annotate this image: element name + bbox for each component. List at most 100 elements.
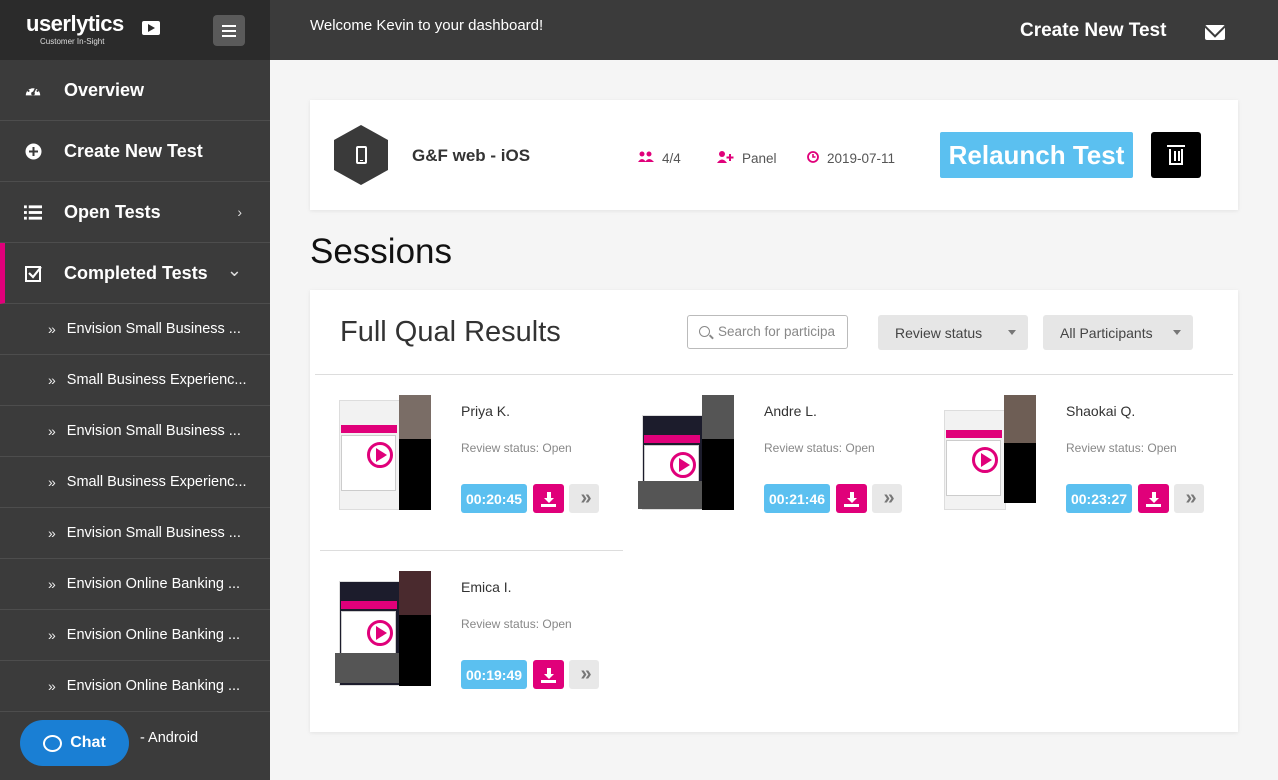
session-thumbnail[interactable] [335, 571, 431, 686]
download-button[interactable] [1138, 484, 1169, 513]
mail-icon[interactable] [1205, 25, 1225, 40]
play-icon[interactable] [670, 452, 696, 478]
sidebar-subitem-label: Envision Small Business ... [66, 321, 241, 337]
participant-name: Emica I. [461, 579, 512, 595]
test-summary-card: G&F web - iOS 4/4 Panel 2019-07-11 Relau… [310, 100, 1238, 210]
double-chevron-right-icon: » [48, 321, 56, 337]
session-duration-button[interactable]: 00:21:46 [764, 484, 830, 513]
search-icon [699, 326, 710, 337]
session-card: Priya K. Review status: Open 00:20:45 » [335, 395, 625, 515]
sidebar-item-label: Completed Tests [64, 262, 208, 283]
divider [315, 374, 1233, 375]
participant-source: Panel [717, 151, 777, 166]
trash-icon [1167, 145, 1185, 165]
session-thumbnail[interactable] [638, 395, 734, 510]
results-card: Full Qual Results Review status All Part… [310, 290, 1238, 732]
review-status: Review status: Open [461, 617, 572, 631]
participant-name: Shaokai Q. [1066, 403, 1136, 419]
relaunch-test-button[interactable]: Relaunch Test [940, 132, 1133, 178]
session-thumbnail[interactable] [335, 395, 431, 510]
caret-down-icon [1173, 330, 1181, 335]
session-duration-button[interactable]: 00:19:49 [461, 660, 527, 689]
sidebar-subitem-label: Envision Small Business ... [66, 525, 241, 541]
session-card: Andre L. Review status: Open 00:21:46 » [638, 395, 928, 515]
sidebar-subitem-label: - Android [140, 729, 199, 746]
double-chevron-right-icon: » [48, 576, 56, 592]
mobile-phone-icon [355, 146, 367, 164]
open-session-button[interactable]: » [569, 484, 599, 513]
sidebar-subitem-test[interactable]: » Envision Small Business ... [0, 304, 270, 355]
delete-test-button[interactable] [1151, 132, 1201, 178]
sidebar-subitem-label: Small Business Experienc... [66, 372, 247, 388]
review-status: Review status: Open [764, 441, 875, 455]
menu-toggle-button[interactable] [213, 15, 245, 46]
play-icon[interactable] [972, 447, 998, 473]
session-card: Emica I. Review status: Open 00:19:49 » [335, 571, 625, 691]
double-chevron-right-icon: » [1185, 487, 1196, 509]
date-value: 2019-07-11 [827, 151, 896, 166]
participant-search[interactable] [687, 315, 848, 349]
caret-down-icon [1008, 330, 1016, 335]
clock-icon [807, 151, 819, 166]
participant-webcam [702, 395, 734, 439]
plus-circle-icon [24, 142, 42, 160]
sidebar-item-overview[interactable]: Overview [0, 60, 270, 121]
session-duration-button[interactable]: 00:23:27 [1066, 484, 1132, 513]
dashboard-icon [24, 81, 42, 99]
sidebar-subitem-test[interactable]: » Envision Small Business ... [0, 508, 270, 559]
search-input[interactable] [718, 324, 840, 339]
main-content: G&F web - iOS 4/4 Panel 2019-07-11 Relau… [270, 60, 1278, 780]
double-chevron-right-icon: » [580, 663, 591, 685]
hamburger-icon [222, 24, 236, 27]
sidebar-subitem-test[interactable]: » Small Business Experienc... [0, 355, 270, 406]
download-button[interactable] [533, 660, 564, 689]
chat-button[interactable]: Chat [20, 720, 129, 766]
participants-filter-dropdown[interactable]: All Participants [1043, 315, 1193, 350]
sidebar-item-create-new-test[interactable]: Create New Test [0, 121, 270, 182]
review-status: Review status: Open [1066, 441, 1177, 455]
test-name: G&F web - iOS [412, 146, 531, 165]
sidebar-item-open-tests[interactable]: Open Tests › [0, 182, 270, 243]
play-icon[interactable] [367, 620, 393, 646]
download-button[interactable] [836, 484, 867, 513]
session-duration-button[interactable]: 00:20:45 [461, 484, 527, 513]
double-chevron-right-icon: » [883, 487, 894, 509]
participants-value: 4/4 [662, 151, 681, 166]
play-icon[interactable] [367, 442, 393, 468]
sidebar-item-completed-tests[interactable]: Completed Tests ⌄ [0, 243, 270, 304]
sidebar-subitem-test[interactable]: » Envision Online Banking ... [0, 610, 270, 661]
session-card: Shaokai Q. Review status: Open 00:23:27 … [940, 395, 1230, 515]
double-chevron-right-icon: » [48, 525, 56, 541]
sidebar-subitem-label: Envision Small Business ... [66, 423, 241, 439]
download-button[interactable] [533, 484, 564, 513]
participant-webcam [399, 571, 431, 615]
sidebar-subitem-test[interactable]: » Envision Small Business ... [0, 406, 270, 457]
sidebar-item-label: Open Tests [64, 201, 161, 222]
session-thumbnail[interactable] [940, 395, 1036, 510]
review-status: Review status: Open [461, 441, 572, 455]
sidebar-subitem-test[interactable]: » Envision Online Banking ... [0, 559, 270, 610]
dropdown-value: All Participants [1060, 324, 1153, 341]
open-session-button[interactable]: » [1174, 484, 1204, 513]
review-status-dropdown[interactable]: Review status [878, 315, 1028, 350]
userlytics-logo[interactable]: userlytics Customer In-Sight [26, 12, 160, 46]
sidebar-subitem-test[interactable]: » Small Business Experienc... [0, 457, 270, 508]
source-value: Panel [742, 151, 777, 166]
sidebar-item-label: Create New Test [64, 140, 203, 161]
list-icon [24, 203, 42, 221]
double-chevron-right-icon: » [48, 372, 56, 388]
create-new-test-link[interactable]: Create New Test [1020, 20, 1166, 42]
open-session-button[interactable]: » [872, 484, 902, 513]
logo-tagline: Customer In-Sight [40, 37, 105, 46]
sidebar: userlytics Customer In-Sight Overview Cr… [0, 0, 270, 780]
double-chevron-right-icon: » [580, 487, 591, 509]
results-title: Full Qual Results [340, 316, 561, 348]
double-chevron-right-icon: » [48, 474, 56, 490]
sidebar-subitem-test[interactable]: » Envision Online Banking ... [0, 661, 270, 712]
chevron-down-icon: ⌄ [226, 260, 242, 280]
open-session-button[interactable]: » [569, 660, 599, 689]
participant-webcam [1004, 395, 1036, 443]
divider [320, 550, 623, 551]
sessions-heading: Sessions [310, 232, 453, 271]
topbar: Welcome Kevin to your dashboard! Create … [270, 0, 1278, 60]
